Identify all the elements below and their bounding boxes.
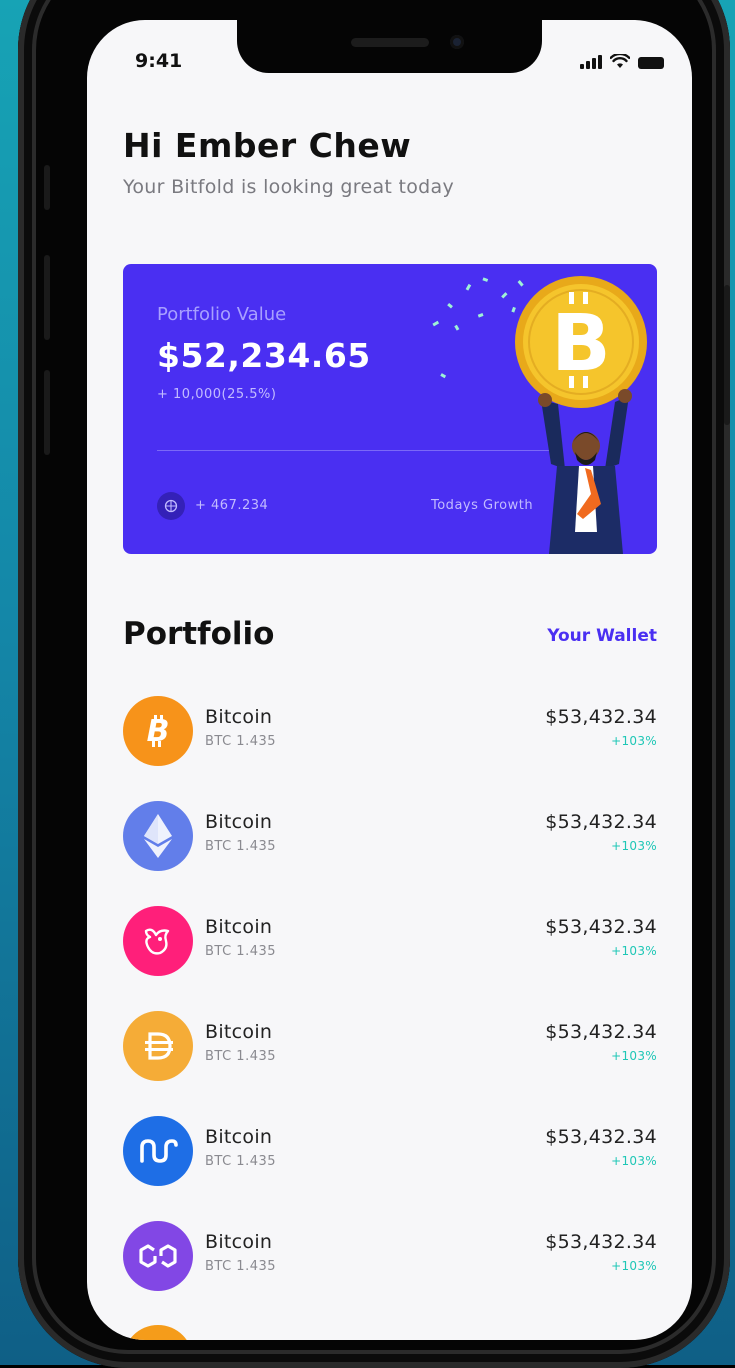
- polygon-icon: [123, 1221, 193, 1291]
- power-button: [724, 285, 730, 425]
- asset-row[interactable]: Bitcoin BTC 1.435 $53,432.34 +103%: [123, 801, 657, 873]
- asset-change: +103%: [611, 1154, 657, 1168]
- partially-visible-coin-icon: [123, 1325, 193, 1340]
- asset-name: Bitcoin: [205, 1126, 273, 1148]
- wifi-icon: [610, 54, 630, 69]
- greeting-subtitle: Your Bitfold is looking great today: [123, 176, 455, 198]
- asset-amount: BTC 1.435: [205, 734, 277, 749]
- asset-amount: BTC 1.435: [205, 839, 277, 854]
- asset-value: $53,432.34: [545, 706, 657, 728]
- svg-text:B: B: [551, 299, 610, 389]
- portfolio-value-amount: $52,234.65: [157, 336, 371, 375]
- portfolio-section-title: Portfolio: [123, 616, 275, 652]
- asset-row[interactable]: Bitcoin BTC 1.435 $53,432.34 +103%: [123, 1221, 657, 1293]
- volume-down-button: [44, 370, 50, 455]
- asset-name: Bitcoin: [205, 811, 273, 833]
- nu-icon: [123, 1116, 193, 1186]
- asset-row[interactable]: Bitcoin BTC 1.435 $53,432.34 +103%: [123, 1011, 657, 1083]
- notch: [237, 20, 542, 73]
- bitcoin-icon: B: [123, 696, 193, 766]
- asset-name: Bitcoin: [205, 916, 273, 938]
- asset-change: +103%: [611, 944, 657, 958]
- portfolio-value-card[interactable]: Portfolio Value $52,234.65 + 10,000(25.5…: [123, 264, 657, 554]
- uniswap-icon: [123, 906, 193, 976]
- mute-switch: [44, 165, 50, 210]
- growth-amount: + 467.234: [195, 498, 269, 513]
- asset-amount: BTC 1.435: [205, 1259, 277, 1274]
- asset-amount: BTC 1.435: [205, 944, 277, 959]
- ethereum-icon: [123, 801, 193, 871]
- asset-value: $53,432.34: [545, 811, 657, 833]
- asset-change: +103%: [611, 839, 657, 853]
- globe-icon: [157, 492, 185, 520]
- battery-icon: [638, 57, 664, 69]
- asset-change: +103%: [611, 1049, 657, 1063]
- asset-name: Bitcoin: [205, 1231, 273, 1253]
- asset-name: Bitcoin: [205, 706, 273, 728]
- asset-name: Bitcoin: [205, 1021, 273, 1043]
- signal-icon: [580, 55, 602, 69]
- your-wallet-link[interactable]: Your Wallet: [547, 626, 657, 646]
- status-time: 9:41: [135, 50, 183, 72]
- asset-amount: BTC 1.435: [205, 1049, 277, 1064]
- asset-value: $53,432.34: [545, 916, 657, 938]
- asset-value: $53,432.34: [545, 1231, 657, 1253]
- asset-row[interactable]: Bitcoin BTC 1.435 $53,432.34 +103%: [123, 1116, 657, 1188]
- phone-screen: 9:41 Hi Ember Chew Your Bitfold is looki…: [87, 20, 692, 1340]
- dai-icon: [123, 1011, 193, 1081]
- asset-change: +103%: [611, 1259, 657, 1273]
- speaker-grille: [351, 38, 429, 47]
- asset-row[interactable]: Bitcoin BTC 1.435 $53,432.34 +103%: [123, 906, 657, 978]
- asset-amount: BTC 1.435: [205, 1154, 277, 1169]
- portfolio-value-change: + 10,000(25.5%): [157, 387, 277, 402]
- asset-row[interactable]: B Bitcoin BTC 1.435 $53,432.34 +103%: [123, 696, 657, 768]
- man-holding-bitcoin-illustration: B: [432, 276, 647, 554]
- asset-value: $53,432.34: [545, 1126, 657, 1148]
- asset-change: +103%: [611, 734, 657, 748]
- greeting-title: Hi Ember Chew: [123, 126, 412, 165]
- status-icons: [580, 54, 664, 69]
- portfolio-value-label: Portfolio Value: [157, 304, 287, 325]
- asset-value: $53,432.34: [545, 1021, 657, 1043]
- volume-up-button: [44, 255, 50, 340]
- front-camera: [450, 35, 464, 49]
